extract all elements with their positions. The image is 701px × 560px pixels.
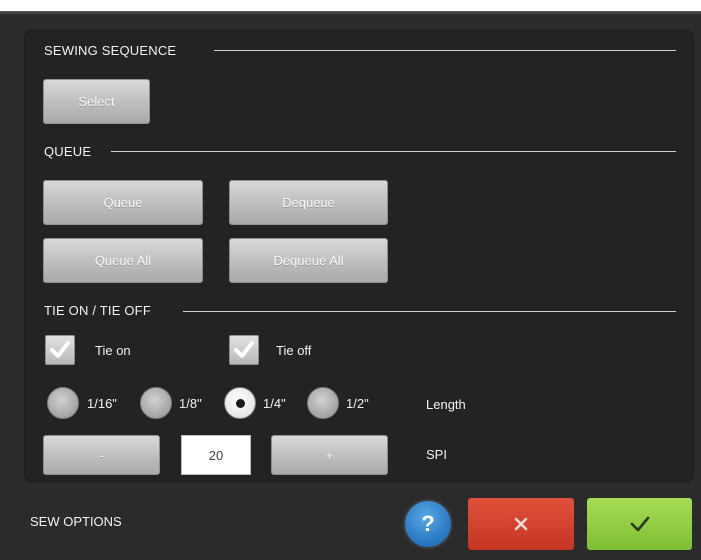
section-tie: TIE ON / TIE OFF <box>44 303 151 318</box>
question-icon: ? <box>421 511 435 536</box>
queue-button[interactable]: Queue <box>43 180 203 225</box>
tie-off-label: Tie off <box>276 343 312 358</box>
tie-on-checkbox[interactable] <box>45 335 75 365</box>
length-label: Length <box>426 397 466 412</box>
dequeue-button[interactable]: Dequeue <box>229 180 388 225</box>
checkmark-icon <box>630 516 649 532</box>
footer-title: SEW OPTIONS <box>30 514 122 529</box>
dequeue-all-button[interactable]: Dequeue All <box>229 238 388 283</box>
checkmark-icon <box>234 341 254 358</box>
cancel-button[interactable] <box>468 498 574 550</box>
checkmark-icon <box>50 341 70 358</box>
tie-on-label: Tie on <box>95 343 131 358</box>
spi-value-field[interactable]: 20 <box>181 435 251 475</box>
x-icon <box>514 517 528 531</box>
length-radio-1-4[interactable] <box>224 387 256 419</box>
top-edge <box>0 11 701 15</box>
select-button[interactable]: Select <box>43 79 150 124</box>
section-divider <box>214 50 676 51</box>
help-button[interactable]: ? <box>403 499 453 549</box>
length-radio-1-16[interactable] <box>47 387 79 419</box>
section-queue: QUEUE <box>44 144 92 159</box>
radio-selected-dot <box>236 399 245 408</box>
length-option-label: 1/4" <box>263 396 286 411</box>
tie-off-checkbox[interactable] <box>229 335 259 365</box>
length-radio-1-2[interactable] <box>307 387 339 419</box>
section-sewing-sequence: SEWING SEQUENCE <box>44 43 177 58</box>
spi-decrement-button[interactable]: - <box>43 435 160 475</box>
length-radio-1-8[interactable] <box>140 387 172 419</box>
length-option-label: 1/2" <box>346 396 369 411</box>
spi-increment-button[interactable]: + <box>271 435 388 475</box>
length-option-label: 1/16" <box>87 396 117 411</box>
spi-label: SPI <box>426 447 447 462</box>
section-divider <box>111 151 676 152</box>
queue-all-button[interactable]: Queue All <box>43 238 203 283</box>
length-option-label: 1/8" <box>179 396 202 411</box>
ok-button[interactable] <box>587 498 692 550</box>
section-divider <box>183 311 676 312</box>
